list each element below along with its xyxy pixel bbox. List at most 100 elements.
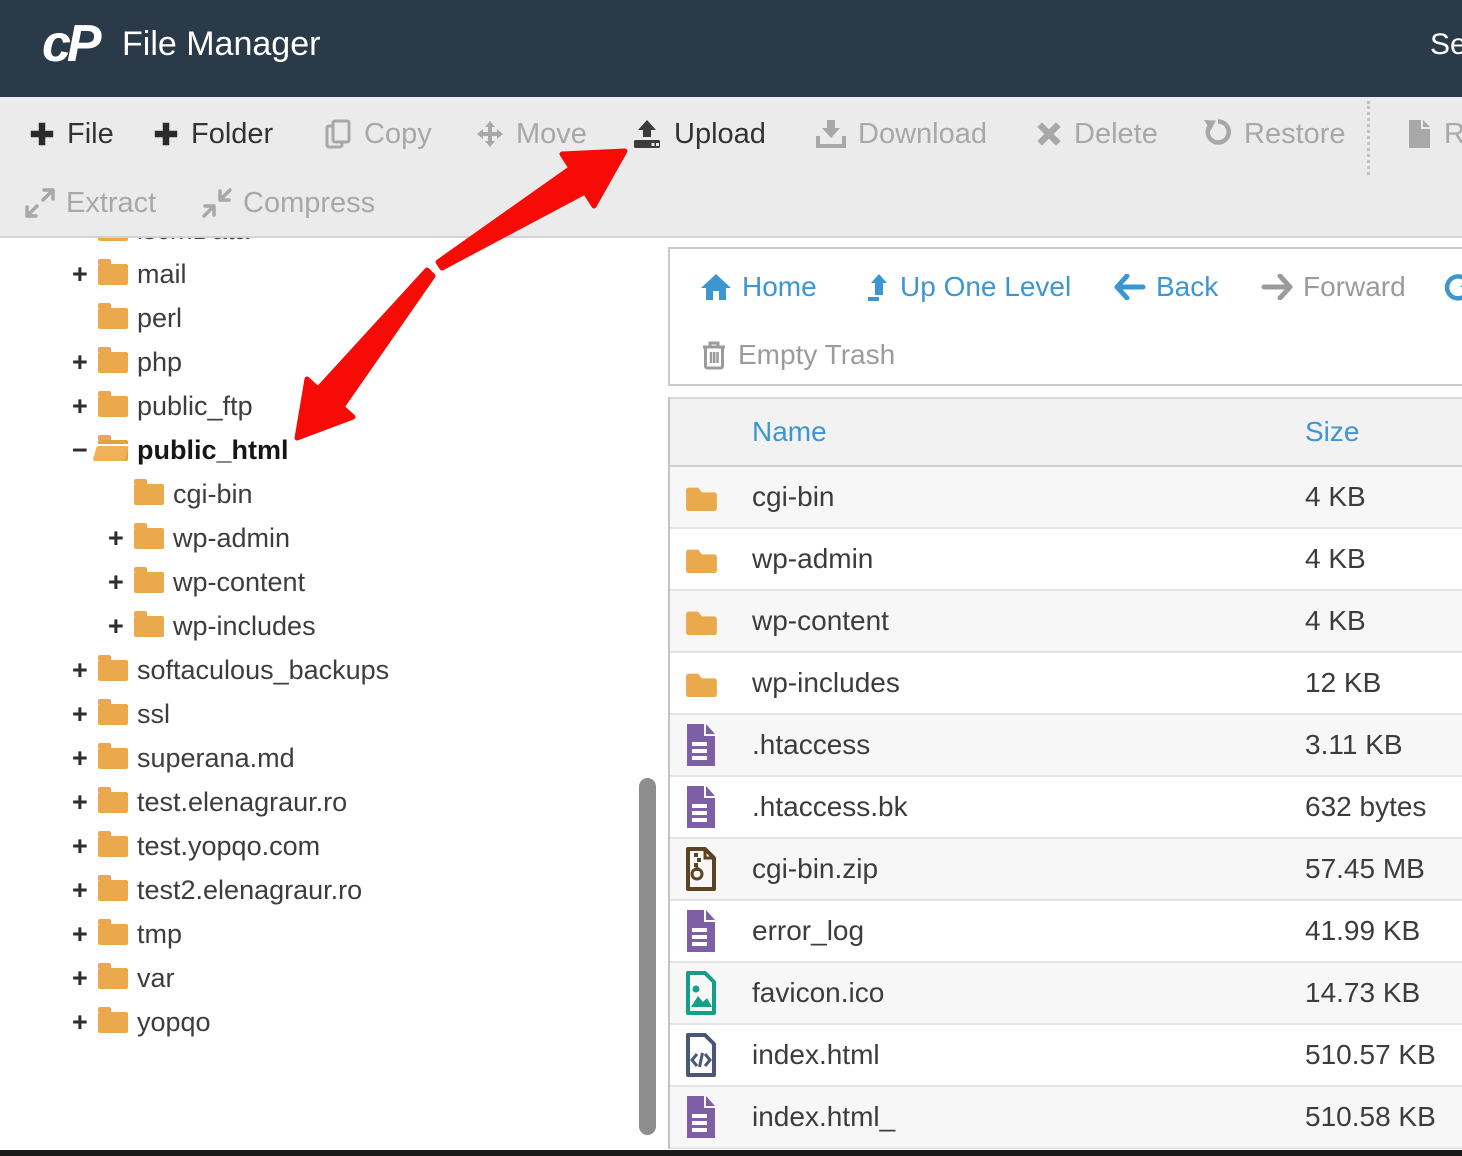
tree-item[interactable]: + ssl	[0, 692, 640, 736]
file-name[interactable]: wp-includes	[752, 667, 900, 699]
tree-item[interactable]: − public_html	[0, 428, 640, 472]
folder-button[interactable]: Folder	[152, 112, 273, 156]
home-button[interactable]: Home	[700, 267, 817, 307]
download-button[interactable]: Download	[815, 112, 987, 156]
extract-button[interactable]: Extract	[25, 181, 156, 225]
navigation-bar: Home Up One Level Back Forward Empty Tra…	[668, 247, 1462, 386]
file-size: 4 KB	[1305, 605, 1366, 637]
tree-expander-icon[interactable]: +	[72, 831, 98, 862]
tree-expander-icon[interactable]: +	[72, 259, 98, 290]
tree-expander-icon[interactable]: +	[108, 567, 134, 598]
tree-item[interactable]: perl	[0, 296, 640, 340]
tree-item-label[interactable]: tmp	[137, 919, 182, 950]
file-name[interactable]: cgi-bin	[752, 481, 834, 513]
tree-item[interactable]: + softaculous_backups	[0, 648, 640, 692]
tree-item-label[interactable]: ssl	[137, 699, 170, 730]
table-row[interactable]: error_log 41.99 KB	[670, 901, 1462, 963]
upload-button[interactable]: Upload	[631, 112, 766, 156]
file-name[interactable]: .htaccess	[752, 729, 870, 761]
tree-item[interactable]: + wp-includes	[0, 604, 640, 648]
tree-scrollbar-thumb[interactable]	[639, 778, 656, 1135]
file-name[interactable]: cgi-bin.zip	[752, 853, 878, 885]
restore-button[interactable]: Restore	[1203, 112, 1346, 156]
file-name[interactable]: wp-content	[752, 605, 889, 637]
tree-item[interactable]: + mail	[0, 252, 640, 296]
table-row[interactable]: wp-admin 4 KB	[670, 529, 1462, 591]
file-name[interactable]: index.html	[752, 1039, 880, 1071]
reload-button[interactable]	[1443, 267, 1462, 307]
tree-expander-icon[interactable]: +	[72, 875, 98, 906]
copy-button[interactable]: Copy	[323, 112, 432, 156]
tree-item-label[interactable]: perl	[137, 303, 182, 334]
toolbar-separator	[1367, 101, 1370, 175]
table-row[interactable]: wp-content 4 KB	[670, 591, 1462, 653]
tree-item[interactable]: + public_ftp	[0, 384, 640, 428]
file-name[interactable]: favicon.ico	[752, 977, 884, 1009]
tree-item-label[interactable]: var	[137, 963, 175, 994]
file-type-icon	[684, 969, 722, 1017]
tree-item[interactable]: + tmp	[0, 912, 640, 956]
back-button[interactable]: Back	[1114, 267, 1218, 307]
tree-expander-icon[interactable]: +	[108, 611, 134, 642]
rename-button[interactable]: Re	[1405, 112, 1462, 156]
file-name[interactable]: wp-admin	[752, 543, 873, 575]
up-one-level-button[interactable]: Up One Level	[866, 267, 1071, 307]
move-button[interactable]: Move	[475, 112, 587, 156]
table-row[interactable]: index.html_ 510.58 KB	[670, 1087, 1462, 1149]
file-name[interactable]: .htaccess.bk	[752, 791, 908, 823]
tree-expander-icon[interactable]: +	[72, 391, 98, 422]
table-row[interactable]: .htaccess.bk 632 bytes	[670, 777, 1462, 839]
table-row[interactable]: favicon.ico 14.73 KB	[670, 963, 1462, 1025]
column-header-name[interactable]: Name	[752, 416, 827, 448]
tree-item-label[interactable]: public_html	[137, 435, 289, 466]
tree-item[interactable]: + test.yopqo.com	[0, 824, 640, 868]
compress-button[interactable]: Compress	[202, 181, 375, 225]
tree-expander-icon[interactable]: +	[72, 919, 98, 950]
tree-expander-icon[interactable]: +	[72, 1007, 98, 1038]
tree-item[interactable]: + wp-content	[0, 560, 640, 604]
tree-item[interactable]: + test2.elenagraur.ro	[0, 868, 640, 912]
column-header-size[interactable]: Size	[1305, 416, 1359, 448]
tree-item-label[interactable]: superana.md	[137, 743, 295, 774]
tree-item[interactable]: + php	[0, 340, 640, 384]
table-row[interactable]: wp-includes 12 KB	[670, 653, 1462, 715]
tree-item-label[interactable]: cgi-bin	[173, 479, 253, 510]
table-row[interactable]: .htaccess 3.11 KB	[670, 715, 1462, 777]
table-row[interactable]: cgi-bin 4 KB	[670, 467, 1462, 529]
delete-button[interactable]: Delete	[1035, 112, 1158, 156]
tree-item-label[interactable]: lscmData	[137, 238, 250, 246]
tree-item-label[interactable]: public_ftp	[137, 391, 253, 422]
file-button[interactable]: File	[28, 112, 114, 156]
file-name[interactable]: error_log	[752, 915, 864, 947]
tree-item[interactable]: + superana.md	[0, 736, 640, 780]
table-row[interactable]: cgi-bin.zip 57.45 MB	[670, 839, 1462, 901]
tree-item[interactable]: cgi-bin	[0, 472, 640, 516]
tree-expander-icon[interactable]: +	[72, 743, 98, 774]
tree-item[interactable]: + test.elenagraur.ro	[0, 780, 640, 824]
tree-item[interactable]: + wp-admin	[0, 516, 640, 560]
forward-button[interactable]: Forward	[1261, 267, 1406, 307]
tree-item-label[interactable]: yopqo	[137, 1007, 211, 1038]
tree-expander-icon[interactable]: +	[72, 655, 98, 686]
tree-item[interactable]: lscmData	[0, 238, 640, 252]
empty-trash-button[interactable]: Empty Trash	[700, 335, 895, 375]
tree-expander-icon[interactable]: +	[108, 523, 134, 554]
tree-expander-icon[interactable]: +	[72, 787, 98, 818]
tree-item-label[interactable]: wp-includes	[173, 611, 316, 642]
tree-expander-icon[interactable]: +	[72, 699, 98, 730]
tree-expander-icon[interactable]: +	[72, 347, 98, 378]
tree-item-label[interactable]: test.elenagraur.ro	[137, 787, 347, 818]
tree-item-label[interactable]: wp-admin	[173, 523, 290, 554]
tree-expander-icon[interactable]: +	[72, 963, 98, 994]
tree-item-label[interactable]: test2.elenagraur.ro	[137, 875, 362, 906]
search-label-clipped[interactable]: Se	[1430, 28, 1462, 62]
tree-item-label[interactable]: php	[137, 347, 182, 378]
tree-item-label[interactable]: softaculous_backups	[137, 655, 389, 686]
tree-item[interactable]: + yopqo	[0, 1000, 640, 1044]
table-row[interactable]: index.html 510.57 KB	[670, 1025, 1462, 1087]
tree-item-label[interactable]: test.yopqo.com	[137, 831, 320, 862]
tree-item-label[interactable]: mail	[137, 259, 187, 290]
tree-item-label[interactable]: wp-content	[173, 567, 305, 598]
tree-item[interactable]: + var	[0, 956, 640, 1000]
file-name[interactable]: index.html_	[752, 1101, 895, 1133]
